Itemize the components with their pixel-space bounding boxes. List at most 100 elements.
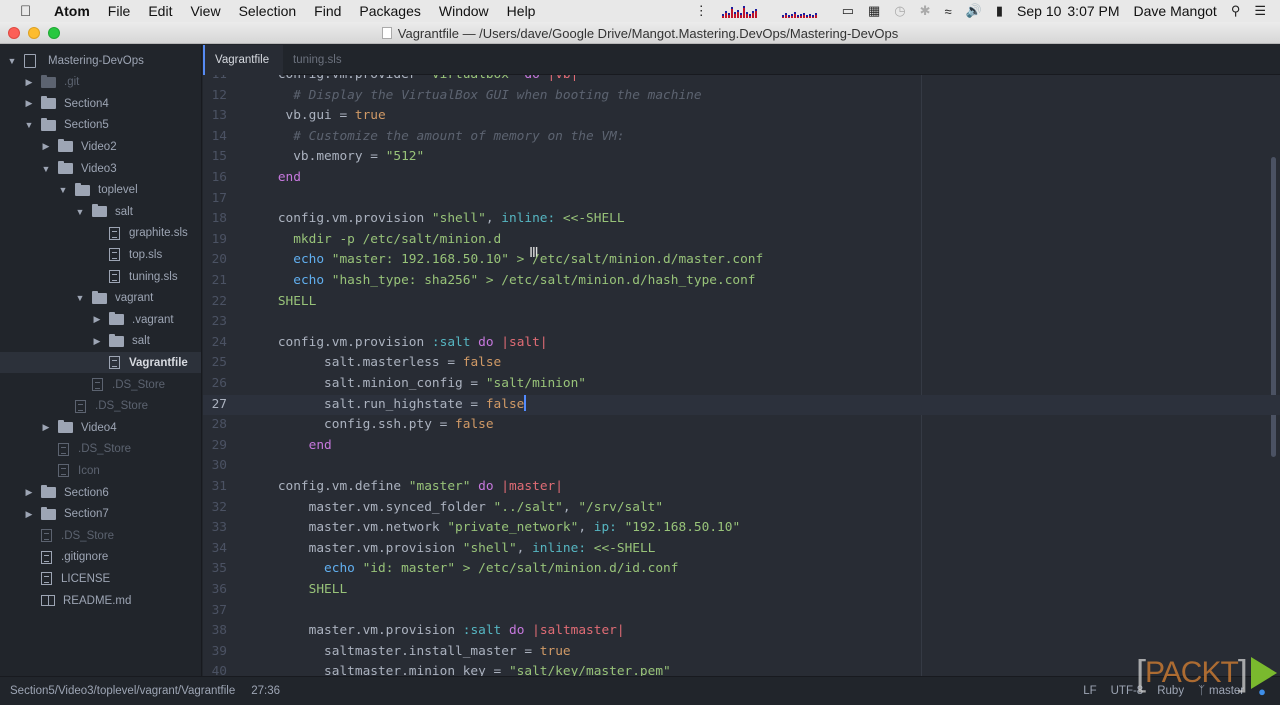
tree-folder[interactable]: ▶ salt: [0, 331, 201, 352]
tree-folder[interactable]: ▼ salt: [0, 201, 201, 222]
clock-time[interactable]: 3:07 PM: [1067, 3, 1119, 19]
chevron-right-icon[interactable]: ▶: [40, 422, 52, 433]
tab-vagrantfile[interactable]: Vagrantfile: [203, 45, 283, 75]
chevron-right-icon[interactable]: ▶: [91, 336, 103, 347]
tree-root[interactable]: ▼ Mastering-DevOps: [0, 50, 201, 71]
tree-file[interactable]: LICENSE: [0, 568, 201, 589]
tree-folder[interactable]: ▶ Video4: [0, 417, 201, 438]
code-line[interactable]: 25 salt.masterless = false: [203, 353, 1280, 374]
code-line[interactable]: 17: [203, 189, 1280, 210]
notification-center-icon[interactable]: ☰: [1254, 3, 1266, 19]
bluetooth-icon[interactable]: ✱: [920, 3, 931, 19]
code-line[interactable]: 40 saltmaster.minion_key = "salt/key/mas…: [203, 662, 1280, 676]
tree-folder[interactable]: ▼ Video3: [0, 158, 201, 179]
tree-file[interactable]: .DS_Store: [0, 374, 201, 395]
code-line[interactable]: 38 master.vm.provision :salt do |saltmas…: [203, 621, 1280, 642]
code-line[interactable]: 35 echo "id: master" > /etc/salt/minion.…: [203, 559, 1280, 580]
menu-file[interactable]: File: [108, 3, 131, 19]
line-ending-selector[interactable]: LF: [1083, 685, 1096, 697]
airplay-icon[interactable]: ▭: [842, 3, 854, 19]
tree-folder[interactable]: ▼ toplevel: [0, 180, 201, 201]
code-line[interactable]: 24 config.vm.provision :salt do |salt|: [203, 333, 1280, 354]
menu-selection[interactable]: Selection: [239, 3, 297, 19]
code-line[interactable]: 16 end: [203, 168, 1280, 189]
tree-file[interactable]: .gitignore: [0, 547, 201, 568]
code-line[interactable]: 22 SHELL: [203, 292, 1280, 313]
chevron-right-icon[interactable]: ▶: [23, 77, 35, 88]
clock-date[interactable]: Sep 10: [1017, 3, 1061, 19]
code-line[interactable]: 21 echo "hash_type: sha256" > /etc/salt/…: [203, 271, 1280, 292]
tree-folder[interactable]: ▶ Section4: [0, 93, 201, 114]
menu-app[interactable]: Atom: [54, 3, 90, 19]
tree-folder[interactable]: ▶ .git: [0, 72, 201, 93]
code-line[interactable]: 13 vb.gui = true: [203, 106, 1280, 127]
tree-file[interactable]: README.md: [0, 590, 201, 611]
chevron-down-icon[interactable]: ▼: [57, 185, 69, 195]
tree-file[interactable]: Icon: [0, 460, 201, 481]
code-line[interactable]: 32 master.vm.synced_folder "../salt", "/…: [203, 498, 1280, 519]
code-line[interactable]: 11 config.vm.provider "virtualbox" do |v…: [203, 75, 1280, 86]
battery-icon[interactable]: ▮: [996, 3, 1003, 19]
code-line[interactable]: 28 config.ssh.pty = false: [203, 415, 1280, 436]
chevron-right-icon[interactable]: ▶: [23, 98, 35, 109]
code-line[interactable]: 26 salt.minion_config = "salt/minion": [203, 374, 1280, 395]
code-line[interactable]: 14 # Customize the amount of memory on t…: [203, 127, 1280, 148]
volume-icon[interactable]: 🔊: [966, 3, 982, 19]
file-path[interactable]: Section5/Video3/toplevel/vagrant/Vagrant…: [10, 685, 235, 697]
menu-find[interactable]: Find: [314, 3, 341, 19]
chevron-right-icon[interactable]: ▶: [91, 314, 103, 325]
code-line[interactable]: 27 salt.run_highstate = false: [203, 394, 1280, 416]
menu-view[interactable]: View: [190, 3, 220, 19]
code-line[interactable]: 39 saltmaster.install_master = true: [203, 642, 1280, 663]
tree-folder[interactable]: ▶ Section7: [0, 504, 201, 525]
tree-folder[interactable]: ▼ vagrant: [0, 288, 201, 309]
apple-menu-icon[interactable]: : [20, 3, 38, 20]
memory-icon[interactable]: ▦: [868, 3, 880, 19]
code-line[interactable]: 30: [203, 456, 1280, 477]
tree-file[interactable]: .DS_Store: [0, 525, 201, 546]
code-line[interactable]: 36 SHELL: [203, 580, 1280, 601]
code-line[interactable]: 19 mkdir -p /etc/salt/minion.d: [203, 230, 1280, 251]
menu-edit[interactable]: Edit: [148, 3, 172, 19]
chevron-down-icon[interactable]: ▼: [74, 293, 86, 303]
network-graph-icon[interactable]: [781, 4, 828, 18]
tree-folder[interactable]: ▶ .vagrant: [0, 309, 201, 330]
chevron-down-icon[interactable]: ▼: [74, 207, 86, 217]
time-machine-icon[interactable]: ◷: [894, 3, 905, 19]
tree-file[interactable]: .DS_Store: [0, 396, 201, 417]
tree-folder[interactable]: ▼ Section5: [0, 115, 201, 136]
chevron-right-icon[interactable]: ▶: [23, 487, 35, 498]
cpu-graph-icon[interactable]: [721, 4, 768, 18]
chevron-down-icon[interactable]: ▼: [6, 56, 18, 66]
code-line[interactable]: 37: [203, 601, 1280, 622]
code-editor[interactable]: Ⅲ 11 config.vm.provider "virtualbox" do …: [203, 75, 1280, 676]
user-name[interactable]: Dave Mangot: [1134, 3, 1217, 19]
code-line[interactable]: 23: [203, 312, 1280, 333]
tree-file[interactable]: Vagrantfile: [0, 352, 201, 374]
tree-folder[interactable]: ▶ Video2: [0, 136, 201, 157]
tree-file[interactable]: top.sls: [0, 244, 201, 265]
chevron-right-icon[interactable]: ▶: [23, 509, 35, 520]
code-line[interactable]: 31 config.vm.define "master" do |master|: [203, 477, 1280, 498]
tree-file[interactable]: .DS_Store: [0, 439, 201, 460]
wifi-icon[interactable]: ≈: [945, 4, 952, 19]
tree-file[interactable]: graphite.sls: [0, 223, 201, 244]
tree-file[interactable]: tuning.sls: [0, 266, 201, 287]
code-line[interactable]: 33 master.vm.network "private_network", …: [203, 518, 1280, 539]
menu-packages[interactable]: Packages: [359, 3, 420, 19]
code-line[interactable]: 15 vb.memory = "512": [203, 147, 1280, 168]
tree-view[interactable]: ▼ Mastering-DevOps ▶ .git ▶ Section4 ▼ Sectio…: [0, 45, 202, 676]
spotlight-search-icon[interactable]: ⚲: [1231, 3, 1241, 19]
chevron-down-icon[interactable]: ▼: [40, 164, 52, 174]
code-line[interactable]: 29 end: [203, 436, 1280, 457]
code-line[interactable]: 34 master.vm.provision "shell", inline: …: [203, 539, 1280, 560]
more-icon[interactable]: ⋮: [695, 3, 708, 19]
menu-window[interactable]: Window: [439, 3, 489, 19]
code-line[interactable]: 12 # Display the VirtualBox GUI when boo…: [203, 86, 1280, 107]
cursor-position[interactable]: 27:36: [251, 685, 280, 697]
code-line[interactable]: 20 echo "master: 192.168.50.10" > /etc/s…: [203, 250, 1280, 271]
chevron-right-icon[interactable]: ▶: [40, 141, 52, 152]
code-line[interactable]: 18 config.vm.provision "shell", inline: …: [203, 209, 1280, 230]
chevron-down-icon[interactable]: ▼: [23, 120, 35, 130]
tab-tuning-sls[interactable]: tuning.sls: [283, 45, 355, 75]
